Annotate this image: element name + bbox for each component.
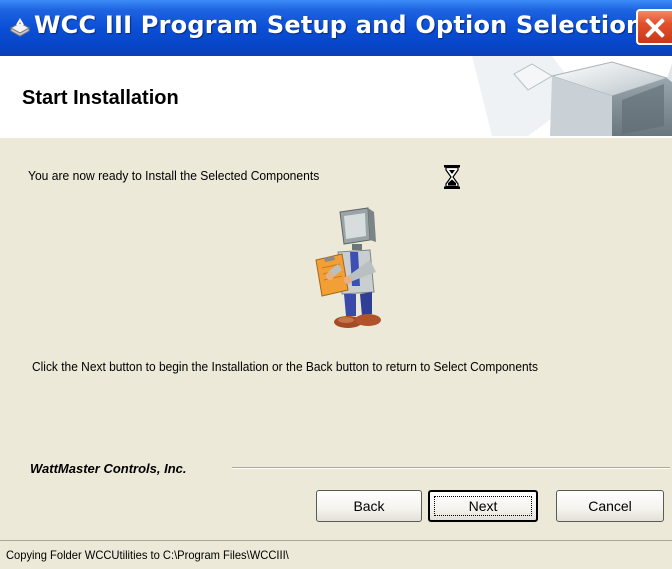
setup-app-icon xyxy=(9,18,31,37)
title-bar[interactable]: WCC III Program Setup and Option Selecti… xyxy=(0,0,672,57)
back-button[interactable]: Back xyxy=(316,490,422,522)
page-title: Start Installation xyxy=(22,87,179,109)
status-bar: Copying Folder WCCUtilities to C:\Progra… xyxy=(0,540,672,569)
mascot-illustration xyxy=(315,207,381,328)
instruction-message: Click the Next button to begin the Insta… xyxy=(32,359,538,374)
header-divider xyxy=(0,136,672,138)
close-icon[interactable] xyxy=(636,9,672,45)
header-banner: Start Installation xyxy=(0,56,672,137)
ready-message: You are now ready to Install the Selecte… xyxy=(28,168,320,183)
brand-label: WattMaster Controls, Inc. xyxy=(30,461,187,476)
next-button[interactable]: Next xyxy=(428,490,538,522)
hourglass-icon xyxy=(444,165,460,189)
cancel-button[interactable]: Cancel xyxy=(556,490,664,522)
brand-divider-highlight xyxy=(232,468,670,469)
status-text: Copying Folder WCCUtilities to C:\Progra… xyxy=(6,548,289,562)
window-title: WCC III Program Setup and Option Selecti… xyxy=(34,11,644,39)
next-button-label: Next xyxy=(468,498,498,514)
setup-window: WCC III Program Setup and Option Selecti… xyxy=(0,0,672,569)
open-box-icon xyxy=(432,56,672,136)
